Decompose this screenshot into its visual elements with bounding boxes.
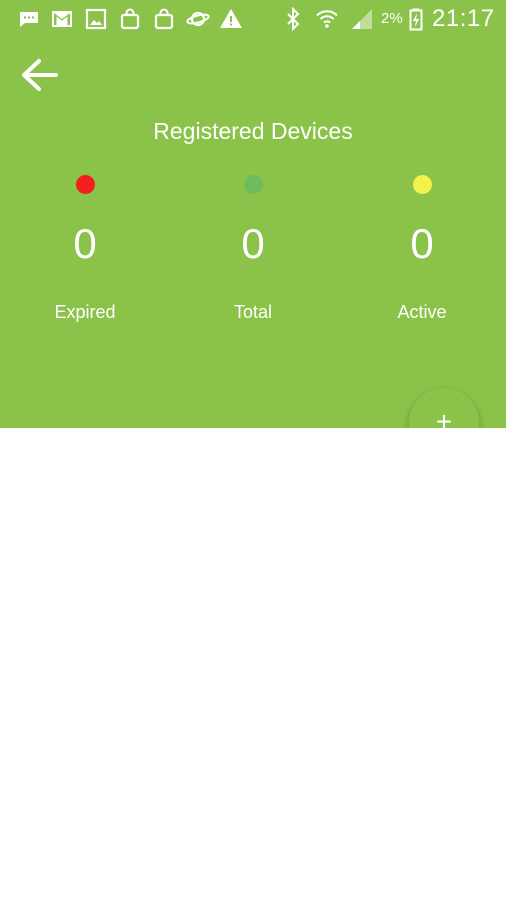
shopping-bag-icon (152, 7, 176, 31)
total-count: 0 (241, 220, 265, 267)
stat-total: 0 Total (169, 170, 337, 323)
active-count: 0 (410, 220, 434, 267)
total-label: Total (233, 302, 273, 322)
battery-percent: 2% (381, 10, 403, 27)
bluetooth-icon (281, 7, 305, 31)
device-list (0, 428, 506, 900)
image-icon (84, 7, 108, 31)
signal-icon (350, 7, 374, 31)
shopping-bag-icon (118, 7, 142, 31)
stat-expired: 0 Expired (1, 170, 169, 323)
clock: 21:17 (432, 5, 495, 32)
message-icon (17, 7, 41, 31)
battery-charging-icon (404, 7, 428, 31)
stat-active: 0 Active (338, 170, 506, 323)
gmail-icon (50, 7, 74, 31)
status-bar: 2% 21:17 (0, 0, 506, 38)
back-button[interactable] (14, 52, 64, 98)
arrow-left-icon (22, 59, 58, 91)
expired-label: Expired (54, 302, 116, 322)
active-status-dot (412, 175, 432, 194)
expired-count: 0 (73, 220, 97, 267)
warning-icon (219, 7, 243, 31)
wifi-icon (315, 7, 339, 31)
active-label: Active (397, 302, 447, 322)
expired-status-dot (75, 175, 95, 194)
total-status-dot (243, 175, 263, 194)
header: 2% 21:17 Registered Devices 0 Expired 0 … (0, 0, 506, 428)
planet-icon (186, 7, 210, 31)
page-title: Registered Devices (153, 118, 353, 144)
